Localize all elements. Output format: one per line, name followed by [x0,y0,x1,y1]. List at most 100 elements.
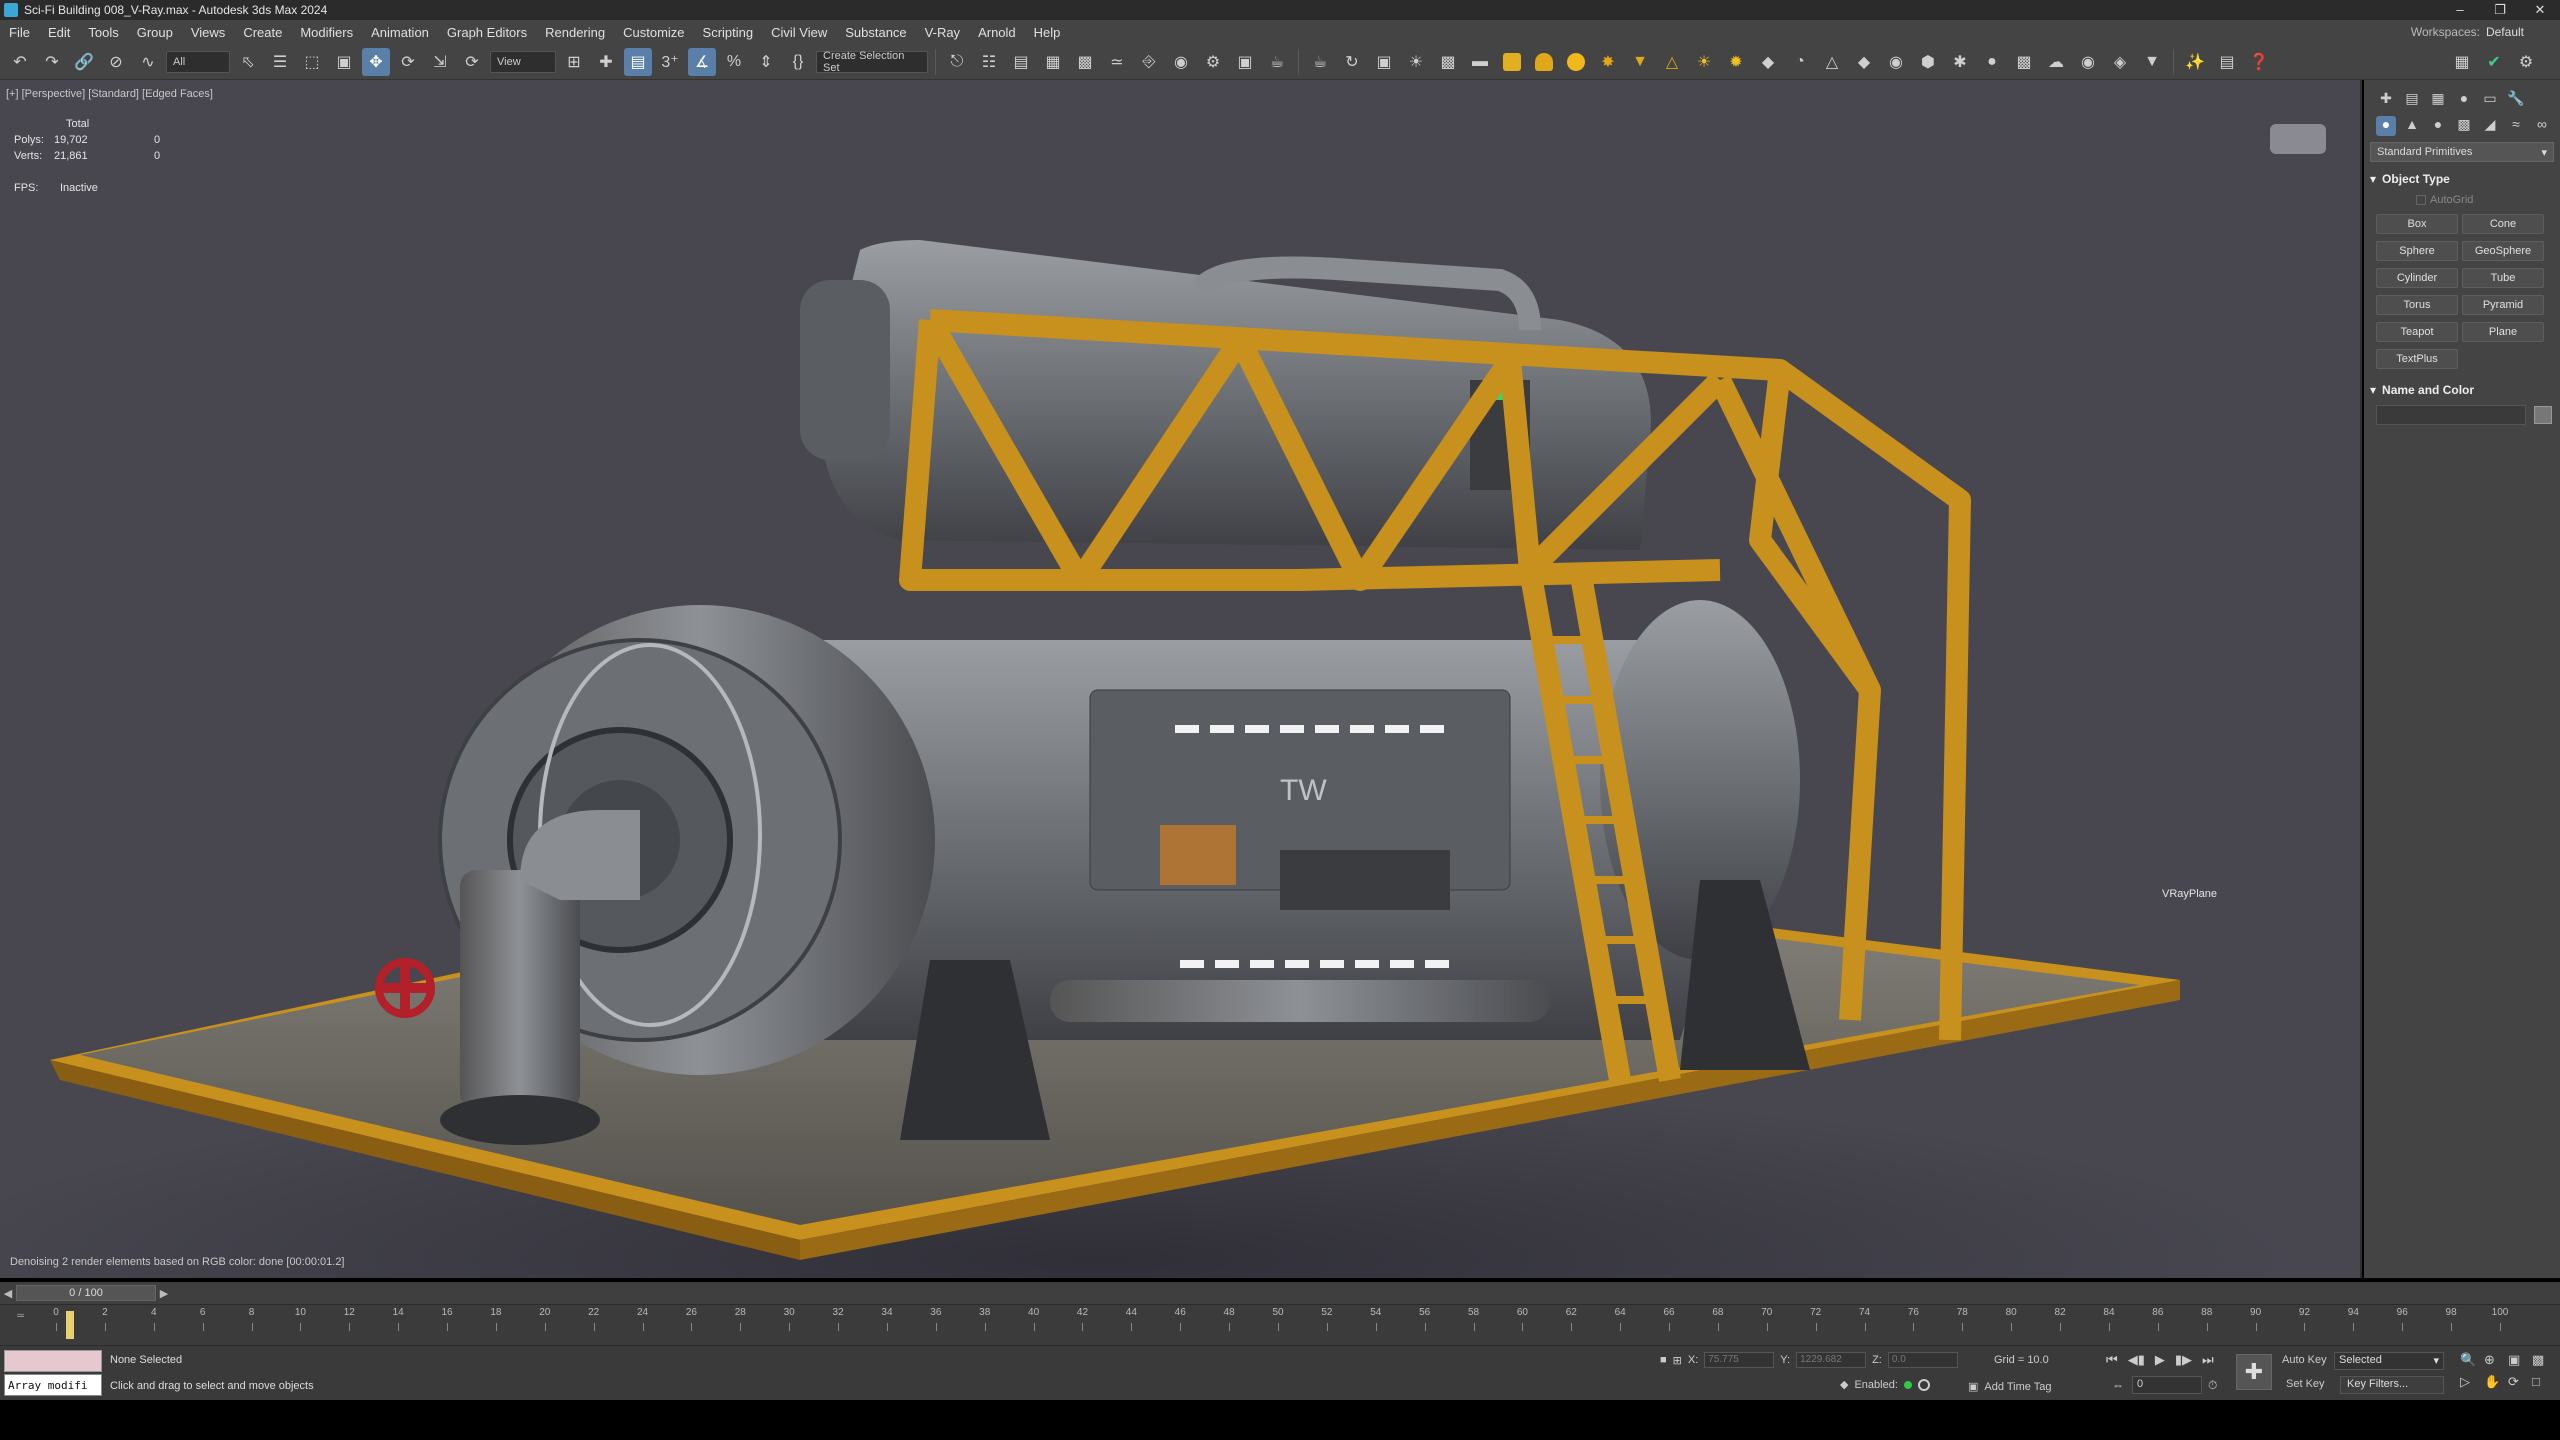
arnold-renderview-icon[interactable]: ▤ [2213,48,2241,76]
toggle-scene-explorer-icon[interactable]: ▤ [1007,48,1035,76]
menu-tools[interactable]: Tools [79,25,127,40]
set-key-icon[interactable]: ✚ [2236,1354,2272,1390]
menu-scripting[interactable]: Scripting [694,25,763,40]
vray-clipper-icon[interactable]: ⬢ [1914,48,1942,76]
vray-proxy-icon[interactable]: ◆ [1754,48,1782,76]
menu-group[interactable]: Group [128,25,182,40]
vray-scatter-icon[interactable]: ✱ [1946,48,1974,76]
material-editor-icon[interactable]: ◉ [1167,48,1195,76]
render-production-icon[interactable]: ☕ [1263,48,1291,76]
menu-customize[interactable]: Customize [614,25,693,40]
menu-help[interactable]: Help [1025,25,1070,40]
previous-frame-icon[interactable]: ◀▮ [2128,1352,2145,1368]
primitive-category-dropdown[interactable]: Standard Primitives ▾ [2370,142,2554,162]
minimize-icon[interactable]: – [2440,2,2480,18]
key-filters-button[interactable]: Key Filters... [2340,1376,2444,1394]
menu-views[interactable]: Views [182,25,234,40]
unlink-icon[interactable]: ⊘ [102,48,130,76]
select-by-name-icon[interactable]: ☰ [266,48,294,76]
arnold-render-icon[interactable]: ✨ [2181,48,2209,76]
vray-decal-icon[interactable]: ◆ [1850,48,1878,76]
go-to-end-icon[interactable]: ⏭ [2202,1352,2214,1368]
field-of-view-icon[interactable]: ▷ [2460,1374,2482,1390]
place-icon[interactable]: ⟳ [458,48,486,76]
viewport-perspective[interactable]: TW [+] [Perspective] [Standard] [Edged F… [0,80,2362,1278]
workspace-value[interactable]: Default [2486,25,2524,39]
box-button[interactable]: Box [2376,214,2458,234]
align-icon[interactable]: ☷ [975,48,1003,76]
maxscript-listener[interactable]: Array modifi [4,1350,102,1396]
menu-rendering[interactable]: Rendering [536,25,614,40]
menu-edit[interactable]: Edit [39,25,79,40]
play-icon[interactable]: ▶ [2155,1352,2165,1368]
mini-curve-editor-icon[interactable]: ≃ [16,1309,25,1322]
vray-material-library-icon[interactable]: ▩ [2010,48,2038,76]
hierarchy-tab-icon[interactable]: ▦ [2428,90,2448,110]
vray-logo-icon[interactable]: ▼ [2138,48,2166,76]
vray-lights-manager-icon[interactable]: ☁ [2042,48,2070,76]
app-icon[interactable] [4,3,18,17]
rect-selection-icon[interactable]: ⬚ [298,48,326,76]
geosphere-button[interactable]: GeoSphere [2462,241,2544,261]
prev-frame-icon[interactable]: ◀ [0,1287,16,1300]
vray-mesh-light-icon[interactable]: ✸ [1594,48,1622,76]
select-manipulate-icon[interactable]: ✚ [592,48,620,76]
workspace-selector[interactable]: Workspaces: Default [2411,25,2560,39]
enabled-toggle[interactable] [1917,1378,1930,1391]
vray-vision-icon[interactable]: ◉ [2074,48,2102,76]
zoom-all-icon[interactable]: ⊕ [2484,1352,2506,1368]
zoom-extents-all-icon[interactable]: ▩ [2532,1352,2554,1368]
menu-file[interactable]: File [0,25,39,40]
maxscript-output[interactable] [4,1350,102,1372]
absolute-mode-icon[interactable]: ⊞ [1673,1354,1682,1367]
curve-editor-icon[interactable]: ≃ [1103,48,1131,76]
adaptive-degradation-icon[interactable]: ◆ [1840,1378,1848,1391]
display-tab-icon[interactable]: ▭ [2480,90,2500,110]
object-name-input[interactable] [2376,405,2526,425]
cylinder-button[interactable]: Cylinder [2376,268,2458,288]
percent-snap-icon[interactable]: % [720,48,748,76]
schematic-view-icon[interactable]: ⎆ [1135,48,1163,76]
z-coordinate-field[interactable]: 0.0 [1887,1352,1958,1368]
vray-frame-buffer-icon[interactable]: ▣ [1370,48,1398,76]
space-warps-category-icon[interactable]: ≈ [2506,116,2526,136]
snaps-toggle-icon[interactable]: 3⁺ [656,48,684,76]
time-configuration-icon[interactable]: ⏱ [2208,1378,2217,1393]
geometry-category-icon[interactable]: ● [2376,116,2396,136]
vray-fur-icon[interactable]: ◔ [1786,48,1814,76]
angle-snap-icon[interactable]: ∡ [688,47,716,76]
autogrid-checkbox[interactable]: AutoGrid [2416,194,2560,206]
torus-button[interactable]: Torus [2376,295,2458,315]
x-coordinate-field[interactable]: 75.775 [1704,1352,1775,1368]
settings-icon[interactable]: ⚙ [2512,48,2540,76]
zoom-extents-icon[interactable]: ▣ [2508,1352,2530,1368]
toggle-ribbon-icon[interactable]: ▩ [1071,48,1099,76]
auto-key-button[interactable]: Auto Key [2282,1354,2327,1366]
go-to-start-icon[interactable]: ⏮ [2106,1352,2118,1368]
vray-ambient-light-icon[interactable]: △ [1658,48,1686,76]
undo-icon[interactable]: ↶ [6,48,34,76]
menu-animation[interactable]: Animation [362,25,438,40]
cone-button[interactable]: Cone [2462,214,2544,234]
vray-camera-icon[interactable]: ▩ [1434,48,1462,76]
render-setup-icon[interactable]: ⚙ [1199,48,1227,76]
reference-coordinate-dropdown[interactable]: View [490,50,556,73]
select-object-icon[interactable]: ⬁ [234,48,262,76]
toggle-layer-explorer-icon[interactable]: ▦ [1039,48,1067,76]
vray-teapot-icon[interactable]: ☕ [1306,48,1334,76]
object-color-swatch[interactable] [2534,406,2552,424]
motion-tab-icon[interactable]: ● [2454,90,2474,110]
plane-button[interactable]: Plane [2462,322,2544,342]
redo-icon[interactable]: ↷ [38,48,66,76]
systems-category-icon[interactable]: ∞ [2532,116,2552,136]
lock-icon[interactable]: ■ [1660,1354,1667,1366]
rendered-frame-window-icon[interactable]: ▣ [1231,48,1259,76]
time-slider-thumb[interactable]: 0 / 100 [16,1285,156,1301]
rotate-icon[interactable]: ⟳ [394,48,422,76]
menu-vray[interactable]: V-Ray [916,25,969,40]
textplus-button[interactable]: TextPlus [2376,349,2458,369]
key-mode-icon[interactable]: ⇔ [2112,1378,2124,1392]
menu-civil-view[interactable]: Civil View [762,25,836,40]
utilities-tab-icon[interactable]: 🔧 [2506,90,2526,110]
vray-light-icon[interactable] [1498,48,1526,76]
